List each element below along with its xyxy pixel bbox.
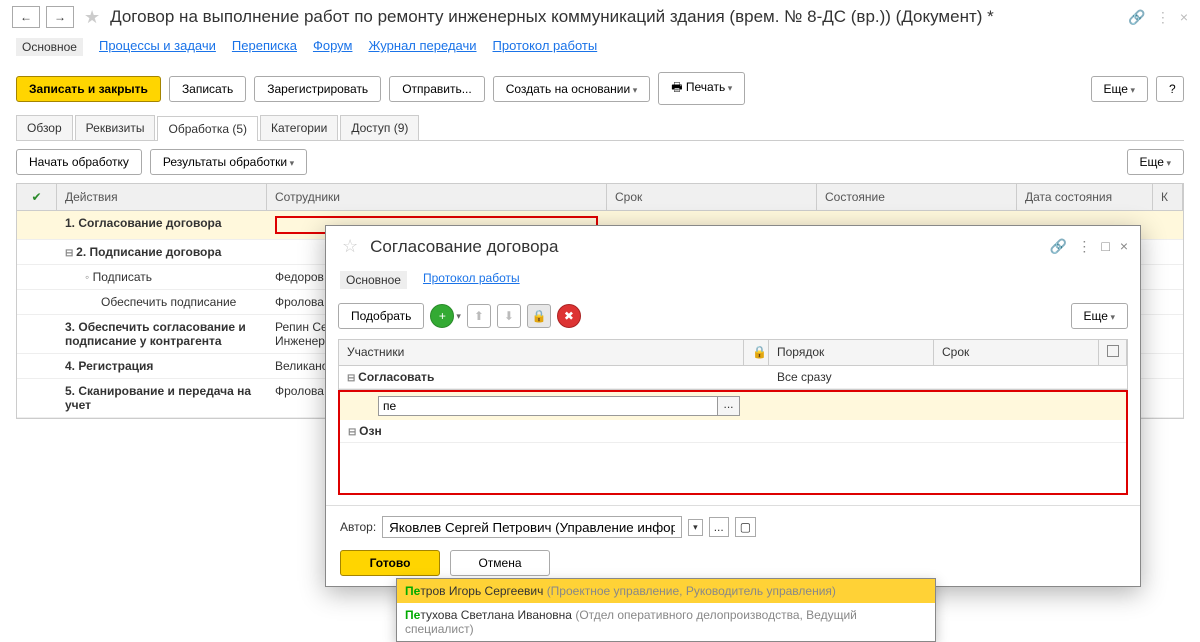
dcol-participants: Участники xyxy=(339,340,744,365)
suggestion-item[interactable]: Петров Игорь Сергеевич (Проектное управл… xyxy=(397,579,935,603)
suggestion-item[interactable]: Петухова Светлана Ивановна (Отдел операт… xyxy=(397,603,935,641)
favorite-icon[interactable]: ★ xyxy=(84,7,100,28)
author-label: Автор: xyxy=(340,520,376,534)
col-employees: Сотрудники xyxy=(267,184,607,210)
close-icon[interactable]: × xyxy=(1180,9,1188,26)
author-open-button[interactable]: ▢ xyxy=(735,517,756,537)
dialog-maximize-icon[interactable]: □ xyxy=(1101,238,1109,255)
page-title: Договор на выполнение работ по ремонту и… xyxy=(110,7,1122,27)
back-button[interactable]: ← xyxy=(12,6,40,28)
author-dropdown-icon[interactable]: ▾ xyxy=(688,519,703,536)
col-deadline: Срок xyxy=(607,184,817,210)
group-approve[interactable]: Согласовать Все сразу xyxy=(339,366,1127,389)
col-check-icon xyxy=(17,184,57,210)
author-input[interactable] xyxy=(382,516,682,538)
nav-processes[interactable]: Процессы и задачи xyxy=(99,38,216,56)
input-picker-button[interactable]: ... xyxy=(718,396,740,416)
help-button[interactable]: ? xyxy=(1156,76,1184,102)
more-button[interactable]: Еще xyxy=(1091,76,1148,102)
delete-icon[interactable]: ✖ xyxy=(557,304,581,328)
pick-button[interactable]: Подобрать xyxy=(338,303,424,329)
author-picker-button[interactable]: ... xyxy=(709,517,729,537)
cancel-button[interactable]: Отмена xyxy=(450,550,550,576)
dialog-close-icon[interactable]: × xyxy=(1120,238,1128,255)
dialog-more-icon[interactable]: ⋮ xyxy=(1077,238,1091,255)
tab-access[interactable]: Доступ (9) xyxy=(340,115,419,140)
tab-categories[interactable]: Категории xyxy=(260,115,338,140)
move-down-icon[interactable]: ⬇ xyxy=(497,304,521,328)
dialog-favorite-icon[interactable]: ☆ xyxy=(342,236,358,257)
col-k: К xyxy=(1153,184,1183,210)
move-up-icon[interactable]: ⬆ xyxy=(467,304,491,328)
input-highlight-area: ... Озн Петров Игорь Сергеевич (Проектно… xyxy=(338,390,1128,495)
dcol-lock-icon: 🔒 xyxy=(744,340,769,365)
save-close-button[interactable]: Записать и закрыть xyxy=(16,76,161,102)
more-icon[interactable]: ⋮ xyxy=(1156,9,1170,26)
nav-protocol[interactable]: Протокол работы xyxy=(493,38,598,56)
add-icon[interactable]: + xyxy=(430,304,454,328)
dialog-more-button[interactable]: Еще xyxy=(1071,303,1128,329)
col-actions: Действия xyxy=(57,184,267,210)
nav-correspondence[interactable]: Переписка xyxy=(232,38,297,56)
nav-main[interactable]: Основное xyxy=(16,38,83,56)
sub-more-button[interactable]: Еще xyxy=(1127,149,1184,175)
processing-results-button[interactable]: Результаты обработки xyxy=(150,149,307,175)
nav-links: Основное Процессы и задачи Переписка Фор… xyxy=(0,34,1200,66)
nav-forum[interactable]: Форум xyxy=(313,38,353,56)
start-processing-button[interactable]: Начать обработку xyxy=(16,149,142,175)
tab-details[interactable]: Реквизиты xyxy=(75,115,156,140)
register-button[interactable]: Зарегистрировать xyxy=(254,76,381,102)
link-icon[interactable]: 🔗 xyxy=(1128,9,1145,26)
col-state: Состояние xyxy=(817,184,1017,210)
suggestion-dropdown: Петров Игорь Сергеевич (Проектное управл… xyxy=(396,578,936,642)
save-button[interactable]: Записать xyxy=(169,76,246,102)
create-based-button[interactable]: Создать на основании xyxy=(493,76,651,102)
lock-icon[interactable]: 🔒 xyxy=(527,304,551,328)
dcol-checkbox[interactable] xyxy=(1099,340,1127,365)
dialog-title: Согласование договора xyxy=(370,237,1042,257)
group-familiarize[interactable]: Озн xyxy=(340,420,1126,443)
tab-overview[interactable]: Обзор xyxy=(16,115,73,140)
approval-dialog: ☆ Согласование договора 🔗 ⋮ □ × Основное… xyxy=(325,225,1141,587)
dialog-tab-main[interactable]: Основное xyxy=(340,271,407,289)
dcol-order: Порядок xyxy=(769,340,934,365)
nav-transfer-log[interactable]: Журнал передачи xyxy=(368,38,476,56)
done-button[interactable]: Готово xyxy=(340,550,440,576)
send-button[interactable]: Отправить... xyxy=(389,76,485,102)
print-button[interactable]: Печать xyxy=(658,72,745,105)
dialog-tab-protocol[interactable]: Протокол работы xyxy=(423,271,520,289)
tab-processing[interactable]: Обработка (5) xyxy=(157,116,258,141)
forward-button[interactable]: → xyxy=(46,6,74,28)
dcol-deadline: Срок xyxy=(934,340,1099,365)
dialog-link-icon[interactable]: 🔗 xyxy=(1050,238,1067,255)
col-state-date: Дата состояния xyxy=(1017,184,1153,210)
participant-input[interactable] xyxy=(378,396,718,416)
